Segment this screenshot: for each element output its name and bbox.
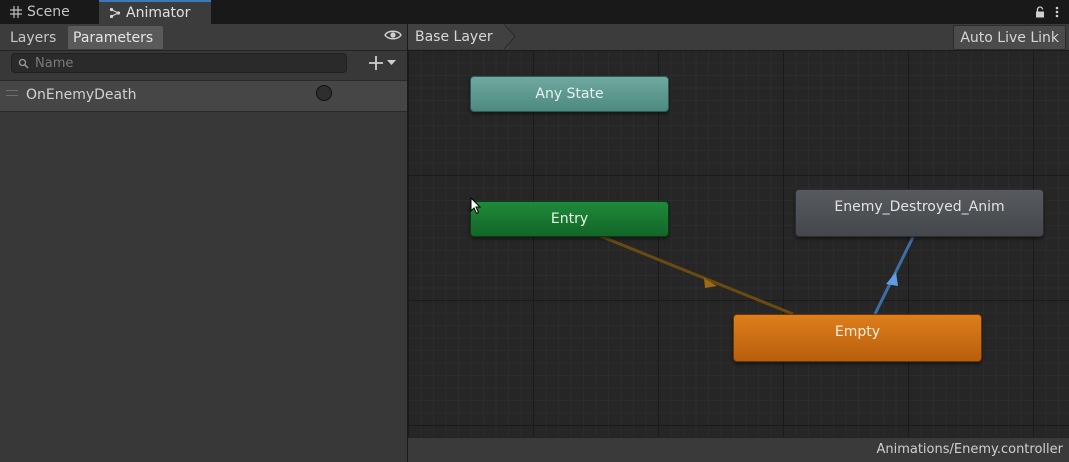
tab-animator[interactable]: Animator	[99, 0, 211, 24]
grid-icon	[10, 6, 22, 18]
search-icon	[18, 58, 29, 69]
more-options-icon[interactable]	[1055, 6, 1059, 18]
state-enemy-destroyed-anim[interactable]: Enemy_Destroyed_Anim	[795, 189, 1044, 237]
drag-handle-icon[interactable]	[6, 90, 18, 96]
tab-layers[interactable]: Layers	[5, 26, 67, 49]
status-bar: Animations/Enemy.controller	[408, 437, 1069, 462]
state-machine-graph[interactable]: Any State Entry Enemy_Destroyed_Anim Emp…	[408, 50, 1069, 437]
breadcrumb-base-layer[interactable]: Base Layer	[408, 24, 509, 49]
add-parameter-button[interactable]	[368, 52, 404, 74]
controller-path: Animations/Enemy.controller	[876, 442, 1063, 457]
parameters-panel: Layers Parameters OnEnemyDeath	[0, 24, 408, 462]
tab-parameters[interactable]: Parameters	[68, 26, 163, 49]
mouse-cursor-icon	[470, 197, 482, 215]
transition-entry-to-empty[interactable]	[599, 234, 794, 316]
trigger-toggle[interactable]	[316, 85, 332, 101]
parameter-row[interactable]: OnEnemyDeath	[0, 80, 407, 112]
editor-tab-bar: Scene Animator	[0, 0, 1069, 24]
tab-scene-label: Scene	[27, 4, 70, 20]
graph-toolbar: Base Layer Auto Live Link	[408, 24, 1069, 51]
parameter-name[interactable]: OnEnemyDeath	[26, 87, 136, 103]
transition-arrow-icon	[886, 272, 898, 286]
state-any-state[interactable]: Any State	[470, 76, 669, 112]
breadcrumb-arrow-icon	[504, 24, 516, 49]
tab-actions	[1035, 0, 1059, 24]
search-input[interactable]	[35, 55, 325, 71]
tab-scene[interactable]: Scene	[0, 0, 98, 24]
plus-icon	[369, 56, 383, 70]
animator-icon	[109, 7, 121, 19]
left-panel-toolbar: Layers Parameters	[0, 24, 407, 51]
tab-animator-label: Animator	[126, 5, 191, 21]
auto-live-link-button[interactable]: Auto Live Link	[953, 25, 1066, 50]
parameter-search[interactable]	[11, 53, 347, 73]
state-entry[interactable]: Entry	[470, 201, 669, 237]
eye-icon[interactable]	[384, 28, 402, 42]
dropdown-arrow-icon	[387, 60, 396, 65]
state-empty[interactable]: Empty	[733, 314, 982, 362]
lock-icon[interactable]	[1035, 6, 1045, 18]
